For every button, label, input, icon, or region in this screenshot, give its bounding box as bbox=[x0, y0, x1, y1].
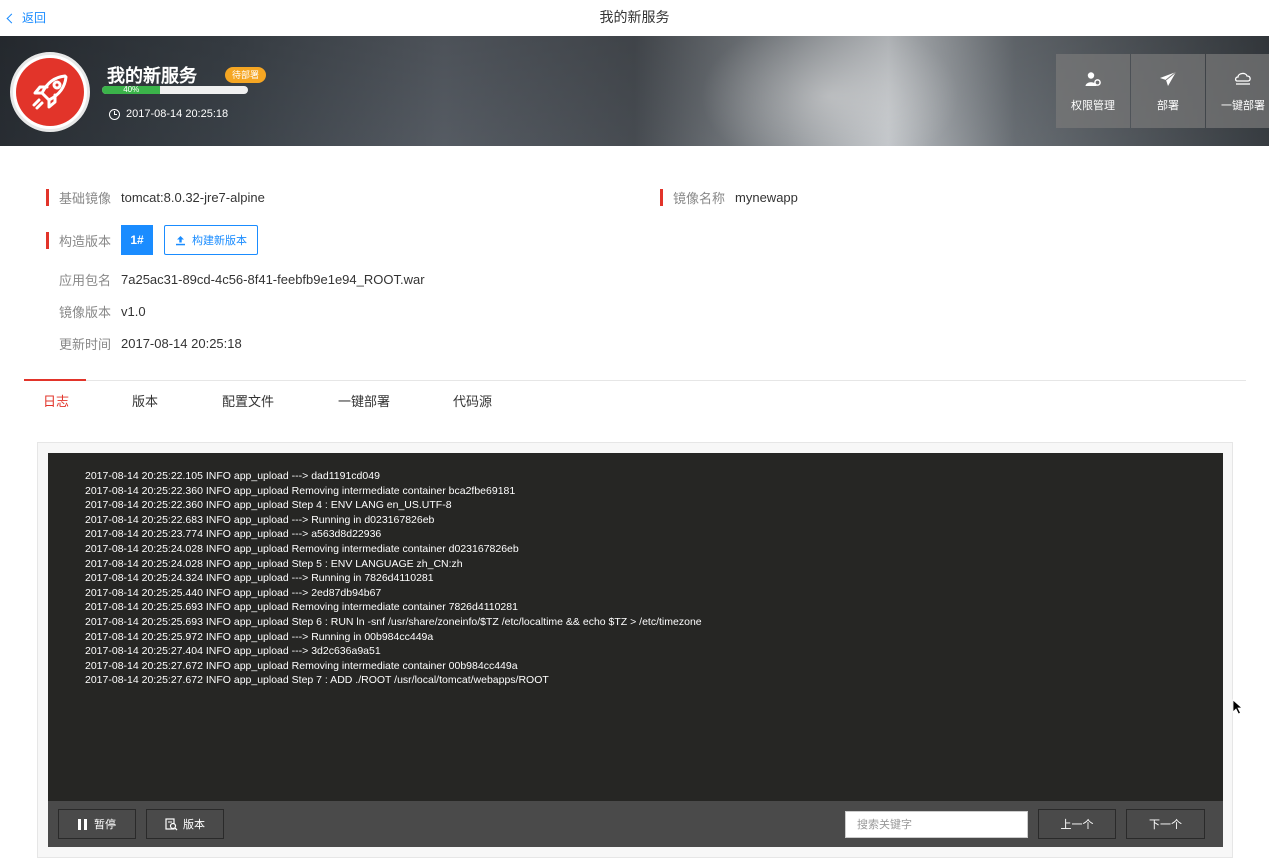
tab-code-source[interactable]: 代码源 bbox=[453, 391, 492, 410]
log-search-input[interactable] bbox=[845, 811, 1028, 838]
image-name-label: 镜像名称 bbox=[673, 191, 726, 206]
service-name: 我的新服务 bbox=[107, 66, 197, 86]
build-new-version-label: 构建新版本 bbox=[192, 235, 248, 247]
build-version-chip[interactable]: 1# bbox=[121, 225, 154, 255]
tab-log[interactable]: 日志 bbox=[43, 391, 69, 410]
base-image-value: tomcat:8.0.32-jre7-alpine bbox=[121, 190, 265, 205]
tab-config[interactable]: 配置文件 bbox=[222, 391, 274, 410]
log-line: 2017-08-14 20:25:27.672 INFO app_upload … bbox=[85, 659, 518, 672]
tab-version[interactable]: 版本 bbox=[132, 391, 158, 410]
permission-button[interactable]: 权限管理 bbox=[1056, 54, 1130, 128]
prev-button[interactable]: 上一个 bbox=[1038, 809, 1116, 839]
deploy-button[interactable]: 部署 bbox=[1131, 54, 1205, 128]
tab-one-click-deploy[interactable]: 一键部署 bbox=[338, 391, 390, 410]
log-line: 2017-08-14 20:25:22.105 INFO app_upload … bbox=[85, 470, 380, 482]
log-line: 2017-08-14 20:25:25.693 INFO app_upload … bbox=[85, 615, 702, 628]
progress-bar: 40% bbox=[102, 86, 248, 94]
image-name-row: 镜像名称 mynewapp bbox=[660, 188, 798, 207]
update-time-row: 更新时间 2017-08-14 20:25:18 bbox=[59, 334, 242, 353]
service-updated: 2017-08-14 20:25:18 bbox=[126, 108, 229, 120]
log-panel: 2017-08-14 20:25:22.105 INFO app_upload … bbox=[37, 442, 1233, 858]
package-link[interactable]: 7a25ac31-89cd-4c56-8f41-feebfb9e1e94_ROO… bbox=[121, 272, 425, 287]
base-image-row: 基础镜像 tomcat:8.0.32-jre7-alpine bbox=[46, 188, 265, 207]
one-click-deploy-button[interactable]: 一键部署 bbox=[1206, 54, 1269, 128]
progress-fill: 40% bbox=[102, 86, 161, 94]
version-button[interactable]: 版本 bbox=[146, 809, 224, 839]
build-new-version-button[interactable]: 构建新版本 bbox=[164, 225, 259, 255]
package-label: 应用包名 bbox=[59, 273, 112, 288]
permission-label: 权限管理 bbox=[1071, 100, 1115, 112]
log-line: 2017-08-14 20:25:27.672 INFO app_upload … bbox=[85, 674, 549, 687]
service-time: 2017-08-14 20:25:18 bbox=[109, 108, 228, 120]
log-line: 2017-08-14 20:25:24.324 INFO app_upload … bbox=[85, 572, 434, 585]
pause-button[interactable]: 暂停 bbox=[58, 809, 136, 839]
log-line: 2017-08-14 20:25:25.972 INFO app_upload … bbox=[85, 630, 434, 643]
service-banner: 我的新服务 待部署 40% 2017-08-14 20:25:18 权限管理 部… bbox=[0, 36, 1269, 146]
log-line: 2017-08-14 20:25:22.683 INFO app_upload … bbox=[85, 513, 435, 526]
image-name-value: mynewapp bbox=[735, 190, 798, 205]
log-output[interactable]: 2017-08-14 20:25:22.105 INFO app_upload … bbox=[48, 453, 1223, 801]
paper-plane-icon bbox=[1159, 69, 1177, 89]
action-group: 权限管理 部署 一键部署 bbox=[1056, 54, 1269, 128]
log-toolbar: 暂停 版本 上一个 下一个 bbox=[48, 801, 1223, 847]
image-version-label: 镜像版本 bbox=[59, 305, 112, 320]
mouse-cursor-icon bbox=[1232, 699, 1244, 720]
user-gear-icon bbox=[1085, 69, 1101, 89]
page-title: 我的新服务 bbox=[599, 9, 670, 25]
active-tab-indicator bbox=[24, 379, 86, 381]
status-badge: 待部署 bbox=[225, 67, 267, 83]
one-click-deploy-label: 一键部署 bbox=[1221, 100, 1265, 112]
update-time-label: 更新时间 bbox=[59, 337, 112, 352]
log-line: 2017-08-14 20:25:24.028 INFO app_upload … bbox=[85, 542, 519, 555]
log-line: 2017-08-14 20:25:24.028 INFO app_upload … bbox=[85, 557, 463, 570]
top-nav: 返回 我的新服务 bbox=[0, 0, 1269, 36]
base-image-label: 基础镜像 bbox=[59, 191, 112, 206]
log-line: 2017-08-14 20:25:25.440 INFO app_upload … bbox=[85, 586, 382, 599]
log-line: 2017-08-14 20:25:25.693 INFO app_upload … bbox=[85, 601, 518, 614]
deploy-label: 部署 bbox=[1157, 100, 1179, 112]
rocket-icon bbox=[16, 58, 84, 126]
build-version-row: 构造版本 1# 构建新版本 bbox=[46, 225, 259, 255]
image-version-row: 镜像版本 v1.0 bbox=[59, 302, 146, 321]
document-search-icon bbox=[165, 817, 178, 831]
next-button[interactable]: 下一个 bbox=[1126, 809, 1205, 839]
tab-bar: 日志 版本 配置文件 一键部署 代码源 bbox=[24, 379, 1246, 416]
service-logo bbox=[10, 52, 90, 132]
log-line: 2017-08-14 20:25:23.774 INFO app_upload … bbox=[85, 528, 382, 541]
clock-icon bbox=[109, 108, 120, 120]
pause-icon bbox=[78, 818, 87, 830]
upload-icon bbox=[175, 235, 186, 246]
update-time-value: 2017-08-14 20:25:18 bbox=[121, 336, 242, 351]
image-version-value: v1.0 bbox=[121, 304, 146, 319]
package-row: 应用包名 7a25ac31-89cd-4c56-8f41-feebfb9e1e9… bbox=[59, 270, 425, 289]
pause-label: 暂停 bbox=[94, 819, 116, 831]
version-button-label: 版本 bbox=[183, 819, 205, 831]
log-line: 2017-08-14 20:25:22.360 INFO app_upload … bbox=[85, 484, 516, 497]
cloud-icon bbox=[1234, 69, 1252, 89]
build-version-label: 构造版本 bbox=[59, 233, 112, 249]
log-line: 2017-08-14 20:25:22.360 INFO app_upload … bbox=[85, 499, 452, 512]
log-line: 2017-08-14 20:25:27.404 INFO app_upload … bbox=[85, 645, 381, 658]
